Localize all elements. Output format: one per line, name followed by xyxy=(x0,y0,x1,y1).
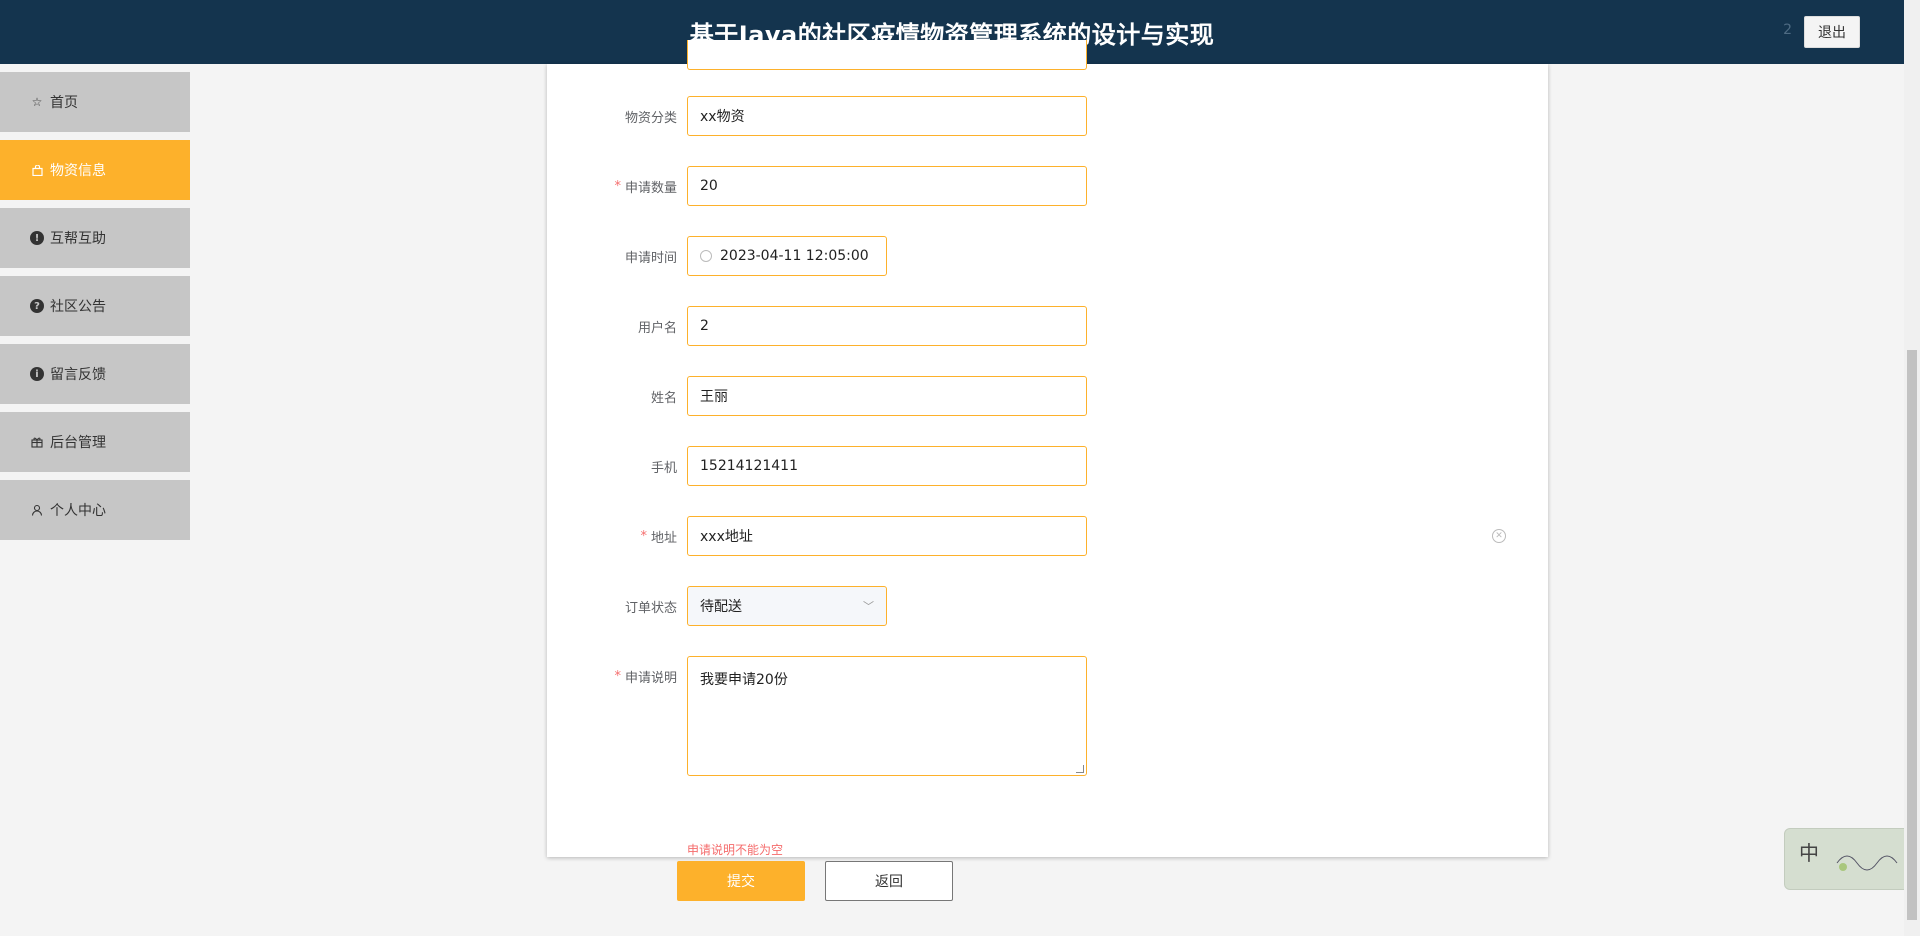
resize-handle-icon[interactable] xyxy=(1076,765,1084,773)
description-label: * 申请说明 xyxy=(614,668,677,686)
sidebar-item-feedback[interactable]: i 留言反馈 xyxy=(0,344,190,404)
name-label: 姓名 xyxy=(650,390,677,406)
sidebar-item-label: 社区公告 xyxy=(50,299,106,315)
status-value: 待配送 xyxy=(700,599,742,615)
required-mark: * xyxy=(614,178,621,194)
ime-toolbar[interactable]: 中 xyxy=(1784,828,1920,890)
bag-icon xyxy=(30,163,44,177)
form-row-address: * 地址 xxx地址 xyxy=(547,516,1548,556)
sidebar-item-home[interactable]: ☆ 首页 xyxy=(0,72,190,132)
clear-icon[interactable]: ✕ xyxy=(1492,529,1506,543)
sidebar-item-label: 后台管理 xyxy=(50,435,106,451)
page-scrollbar[interactable] xyxy=(1904,0,1920,936)
form-card: 物资分类 xx物资 * 申请数量 20 申请时间 2023-04-11 12:05… xyxy=(547,40,1548,901)
username-input[interactable]: 2 xyxy=(687,306,1087,346)
description-value: 我要申请20份 xyxy=(700,672,788,688)
username-label: 用户名 xyxy=(637,320,677,336)
sidebar-item-label: 个人中心 xyxy=(50,503,106,519)
logout-button[interactable]: 退出 xyxy=(1804,16,1860,48)
category-input[interactable]: xx物资 xyxy=(687,96,1087,136)
submit-button[interactable]: 提交 xyxy=(677,861,805,901)
sidebar-item-announcements[interactable]: ? 社区公告 xyxy=(0,276,190,336)
required-mark: * xyxy=(614,668,621,684)
info-circle-icon: i xyxy=(30,367,44,381)
sidebar-item-label: 物资信息 xyxy=(50,163,106,179)
form-row-quantity: * 申请数量 20 xyxy=(547,166,1548,206)
form-row-category: 物资分类 xx物资 xyxy=(547,96,1548,136)
quantity-label: * 申请数量 xyxy=(614,178,677,196)
sidebar-item-mutual-help[interactable]: ! 互帮互助 xyxy=(0,208,190,268)
ime-mode[interactable]: 中 xyxy=(1799,837,1819,866)
gift-icon xyxy=(30,435,44,449)
sidebar-item-label: 首页 xyxy=(50,95,78,111)
form-row-phone: 手机 15214121411 xyxy=(547,446,1548,486)
description-error: 申请说明不能为空 xyxy=(687,843,784,857)
phone-input[interactable]: 15214121411 xyxy=(687,446,1087,486)
sidebar-item-label: 留言反馈 xyxy=(50,367,106,383)
address-input[interactable]: xxx地址 xyxy=(687,516,1087,556)
info-circle-icon: ! xyxy=(30,231,44,245)
chevron-down-icon: ﹀ xyxy=(863,600,874,613)
sidebar-item-admin[interactable]: 后台管理 xyxy=(0,412,190,472)
form-row-time: 申请时间 2023-04-11 12:05:00 xyxy=(547,236,1548,276)
clock-icon xyxy=(700,250,712,262)
time-value: 2023-04-11 12:05:00 xyxy=(720,248,869,264)
scrollbar-thumb[interactable] xyxy=(1907,350,1917,920)
status-label: 订单状态 xyxy=(624,600,677,616)
address-label: * 地址 xyxy=(640,528,677,546)
description-textarea[interactable]: 我要申请20份 xyxy=(687,656,1087,776)
phone-label: 手机 xyxy=(650,460,677,476)
current-user: 2 xyxy=(1783,22,1792,38)
form-row-username: 用户名 2 xyxy=(547,306,1548,346)
required-mark: * xyxy=(640,528,647,544)
name-input[interactable]: 王丽 xyxy=(687,376,1087,416)
sidebar: ☆ 首页 物资信息 ! 互帮互助 ? 社区公告 i 留言反馈 后台管理 个人中心 xyxy=(0,72,190,548)
quantity-input[interactable]: 20 xyxy=(687,166,1087,206)
form-row-description: * 申请说明 我要申请20份 xyxy=(547,656,1548,776)
user-icon xyxy=(30,503,44,517)
form-row-name: 姓名 王丽 xyxy=(547,376,1548,416)
time-label: 申请时间 xyxy=(624,250,677,266)
previous-field-input[interactable] xyxy=(687,40,1087,70)
question-circle-icon: ? xyxy=(30,299,44,313)
sidebar-item-supplies[interactable]: 物资信息 xyxy=(0,140,190,200)
time-picker[interactable]: 2023-04-11 12:05:00 xyxy=(687,236,887,276)
sidebar-item-profile[interactable]: 个人中心 xyxy=(0,480,190,540)
category-label: 物资分类 xyxy=(624,110,677,126)
status-select[interactable]: 待配送 ﹀ xyxy=(687,586,887,626)
star-icon: ☆ xyxy=(31,95,43,109)
sidebar-item-label: 互帮互助 xyxy=(50,231,106,247)
form-row-status: 订单状态 待配送 ﹀ xyxy=(547,586,1548,626)
ime-skin-icon xyxy=(1833,843,1913,876)
back-button[interactable]: 返回 xyxy=(825,861,953,901)
